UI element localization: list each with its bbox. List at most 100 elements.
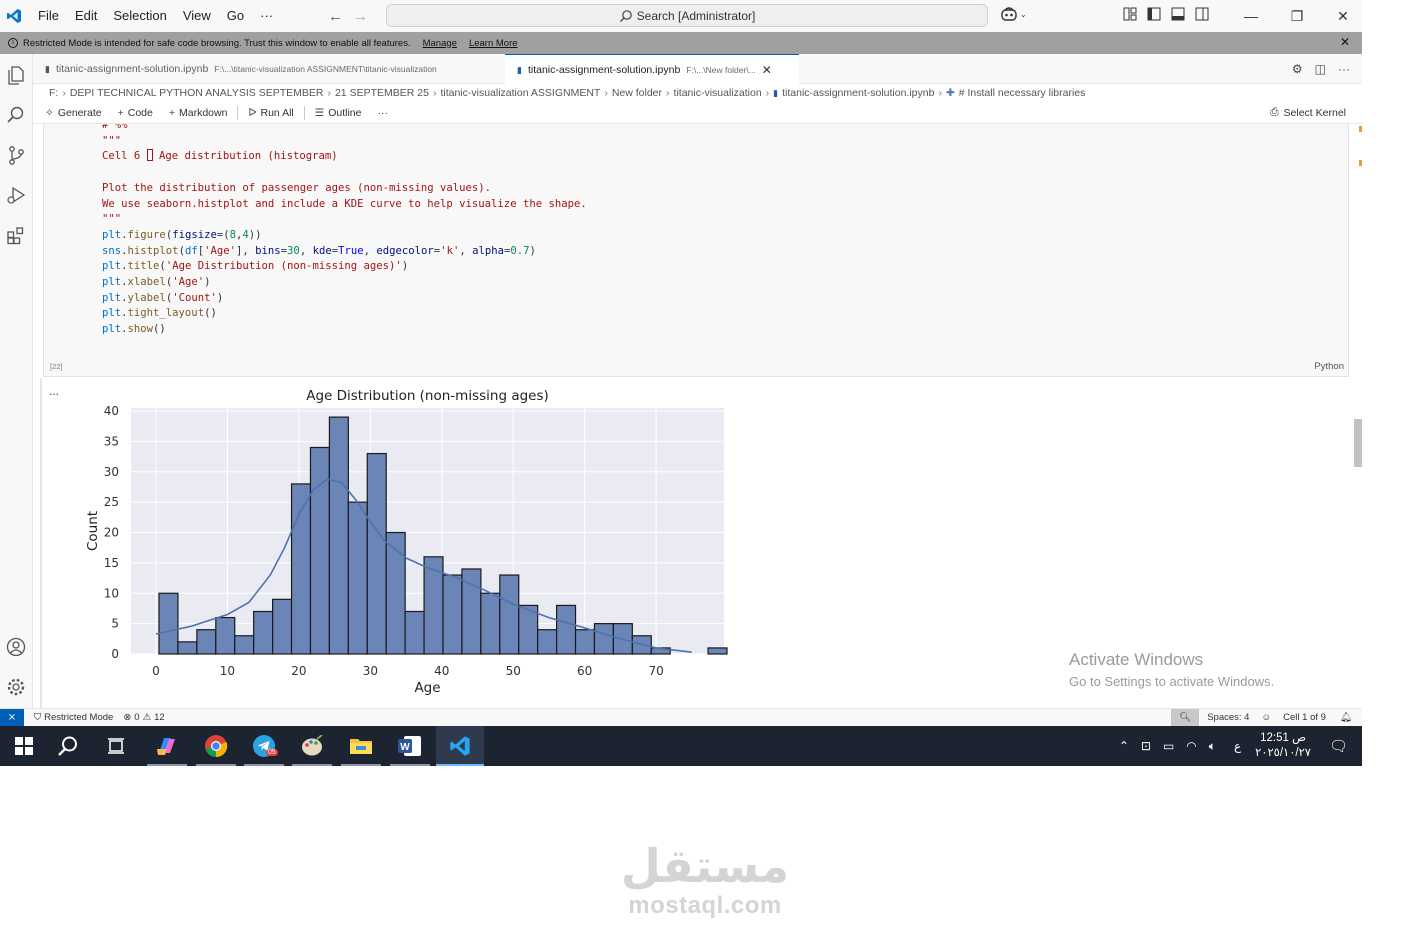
- run-debug-icon[interactable]: [5, 184, 27, 206]
- outline-button[interactable]: ☰ Outline: [315, 107, 362, 119]
- overview-ruler-mark: [1359, 160, 1362, 166]
- settings-gear-icon[interactable]: ⚙: [1292, 62, 1303, 76]
- start-button[interactable]: [0, 726, 48, 766]
- cell-indicator[interactable]: Cell 1 of 9: [1283, 712, 1326, 723]
- toggle-secondary-sidebar-icon[interactable]: [1194, 6, 1210, 22]
- tab-notebook-1[interactable]: ▮ titanic-assignment-solution.ipynb F:\.…: [33, 54, 503, 84]
- device-icon[interactable]: ⊡: [1141, 739, 1151, 753]
- remote-indicator-icon[interactable]: ⨯: [0, 709, 24, 726]
- breadcrumb-item[interactable]: New folder: [612, 87, 662, 99]
- taskbar-copilot-app[interactable]: [143, 726, 191, 766]
- toolbar-divider: [303, 105, 305, 120]
- chart-title: Age Distribution (non-missing ages): [306, 388, 549, 404]
- toggle-panel-icon[interactable]: [1170, 6, 1186, 22]
- generate-button[interactable]: ✧ Generate: [45, 107, 102, 119]
- activate-line2: Go to Settings to activate Windows.: [1069, 674, 1275, 689]
- toolbar-divider: [237, 105, 239, 120]
- taskbar-chrome-app[interactable]: [192, 726, 240, 766]
- tab-path: F:\...\New folder\...: [686, 65, 756, 75]
- cell-language[interactable]: Python: [1314, 361, 1344, 372]
- problems-status[interactable]: ⊗ 0 ⚠ 12: [123, 712, 164, 723]
- more-actions-icon[interactable]: ···: [1338, 62, 1350, 76]
- restricted-mode-status[interactable]: ⛉ Restricted Mode: [34, 712, 113, 723]
- notifications-bell-icon[interactable]: 🔔︎: [1340, 712, 1352, 723]
- toggle-primary-sidebar-icon[interactable]: [1146, 6, 1162, 22]
- tab-label: titanic-assignment-solution.ipynb: [527, 64, 681, 76]
- zoom-icon[interactable]: 🔍︎: [1171, 709, 1200, 726]
- clock[interactable]: 12:51 ص ٢٠٢٥/١٠/٢٧: [1255, 731, 1311, 761]
- source-control-icon[interactable]: [5, 144, 27, 166]
- breadcrumb-item[interactable]: titanic-visualization: [674, 87, 762, 99]
- histogram-bar: [537, 629, 558, 655]
- command-center-search[interactable]: Search [Administrator]: [386, 4, 988, 27]
- menu-edit[interactable]: Edit: [67, 0, 105, 32]
- breadcrumb-item[interactable]: DEPI TECHNICAL PYTHON ANALYSIS SEPTEMBER: [70, 87, 324, 99]
- menu-view[interactable]: View: [175, 0, 219, 32]
- close-tab-icon[interactable]: ✕: [762, 63, 772, 77]
- customize-layout-icon[interactable]: [1122, 6, 1138, 22]
- menu-more[interactable]: ···: [252, 0, 281, 32]
- chevron-up-icon[interactable]: ⌃: [1119, 739, 1129, 753]
- manage-link[interactable]: Manage: [423, 38, 457, 49]
- taskbar-word-app[interactable]: W: [386, 726, 434, 766]
- back-arrow-icon[interactable]: ←: [328, 8, 343, 25]
- taskbar-vscode-app[interactable]: [436, 726, 484, 766]
- histogram-bar: [442, 574, 463, 655]
- run-all-button[interactable]: ᐅ Run All: [248, 107, 293, 119]
- clock-date: ٢٠٢٥/١٠/٢٧: [1255, 747, 1311, 759]
- menu-selection[interactable]: Selection: [105, 0, 174, 32]
- copilot-status-icon[interactable]: ☺: [1261, 712, 1271, 723]
- vscode-icon: [450, 736, 470, 756]
- clock-time: 12:51 ص: [1260, 732, 1306, 744]
- taskbar-file-explorer-app[interactable]: [337, 726, 385, 766]
- extensions-icon[interactable]: [5, 224, 27, 246]
- taskbar-telegram-app[interactable]: 05: [240, 726, 288, 766]
- plus-icon: +: [117, 106, 124, 119]
- split-editor-icon[interactable]: ◫: [1315, 62, 1326, 76]
- learn-more-link[interactable]: Learn More: [469, 38, 518, 49]
- task-view-button[interactable]: [92, 726, 140, 766]
- list-icon: ☰: [314, 106, 325, 119]
- gear-icon[interactable]: [5, 676, 27, 698]
- restore-icon[interactable]: ❐: [1274, 0, 1320, 32]
- volume-icon[interactable]: 🔈︎: [1209, 739, 1216, 754]
- vscode-logo-icon: [0, 0, 28, 32]
- chrome-icon: [205, 735, 228, 758]
- markdown-label: Markdown: [178, 106, 228, 119]
- toolbar-more-button[interactable]: ···: [377, 107, 388, 119]
- menu-file[interactable]: File: [30, 0, 67, 32]
- taskbar-paint-app[interactable]: [288, 726, 336, 766]
- breadcrumb-separator-icon: ›: [765, 87, 770, 99]
- explorer-icon[interactable]: [5, 64, 27, 86]
- histogram-bar: [328, 416, 349, 655]
- breadcrumb-item[interactable]: F:: [49, 87, 58, 99]
- outline-label: Outline: [328, 106, 362, 119]
- add-code-button[interactable]: + Code: [118, 107, 153, 119]
- menu-go[interactable]: Go: [219, 0, 252, 32]
- copilot-button[interactable]: ⌄: [1000, 6, 1027, 22]
- layout-controls: [1122, 6, 1210, 22]
- notification-center-icon[interactable]: 🗨︎: [1329, 737, 1348, 755]
- input-language[interactable]: ع: [1234, 739, 1241, 753]
- add-markdown-button[interactable]: + Markdown: [169, 107, 228, 119]
- shield-icon: ⛉: [34, 712, 42, 723]
- histogram-bar: [272, 598, 293, 655]
- breadcrumb-item[interactable]: titanic-visualization ASSIGNMENT: [440, 87, 600, 99]
- vertical-scrollbar[interactable]: [1354, 419, 1362, 467]
- title-bar: File Edit Selection View Go ··· ← → Sear…: [0, 0, 1362, 32]
- accounts-icon[interactable]: [5, 636, 27, 658]
- banner-close-icon[interactable]: ✕: [1340, 35, 1350, 49]
- taskbar-search-button[interactable]: [44, 726, 92, 766]
- battery-icon[interactable]: ▭: [1163, 739, 1174, 753]
- breadcrumb-item[interactable]: titanic-assignment-solution.ipynb: [782, 87, 934, 99]
- search-sidebar-icon[interactable]: [5, 104, 27, 126]
- wifi-icon[interactable]: ◠: [1186, 739, 1196, 753]
- spaces-indicator[interactable]: Spaces: 4: [1207, 712, 1249, 723]
- tab-notebook-2[interactable]: ▮ titanic-assignment-solution.ipynb F:\.…: [505, 54, 799, 85]
- close-window-icon[interactable]: ✕: [1320, 0, 1366, 32]
- forward-arrow-icon[interactable]: →: [353, 8, 368, 25]
- breadcrumb-item[interactable]: # Install necessary libraries: [959, 87, 1086, 99]
- select-kernel-button[interactable]: ⎙ Select Kernel: [1270, 106, 1346, 119]
- breadcrumb-item[interactable]: 21 SEPTEMBER 25: [335, 87, 429, 99]
- minimize-icon[interactable]: —: [1228, 0, 1274, 32]
